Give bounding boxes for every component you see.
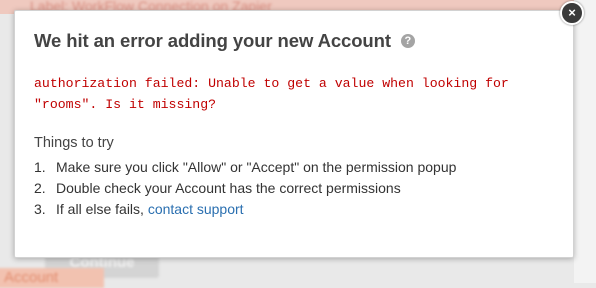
list-item: 3. If all else fails, contact support: [34, 199, 456, 220]
question-circle-icon[interactable]: ?: [400, 34, 415, 48]
list-item-number: 2.: [34, 180, 46, 196]
modal-title: We hit an error adding your new Account: [34, 30, 391, 51]
modal-header: We hit an error adding your new Account …: [34, 30, 415, 52]
tips-heading: Things to try: [34, 135, 114, 151]
list-item-number: 3.: [34, 201, 46, 217]
list-item: 1. Make sure you click "Allow" or "Accep…: [34, 157, 456, 178]
list-item: 2. Double check your Account has the cor…: [34, 178, 456, 199]
list-item-text: Make sure you click "Allow" or "Accept" …: [56, 159, 457, 175]
list-item-number: 1.: [34, 159, 46, 175]
background-edge: [574, 0, 596, 283]
list-item-text: Double check your Account has the correc…: [56, 180, 401, 196]
tips-list: 1. Make sure you click "Allow" or "Accep…: [34, 157, 456, 220]
contact-support-link[interactable]: contact support: [148, 201, 244, 217]
error-modal: We hit an error adding your new Account …: [14, 10, 574, 258]
close-icon[interactable]: ×: [560, 1, 584, 25]
add-account-link: Account: [0, 268, 104, 288]
list-item-text: If all else fails,: [56, 201, 148, 217]
error-message: authorization failed: Unable to get a va…: [34, 76, 509, 112]
